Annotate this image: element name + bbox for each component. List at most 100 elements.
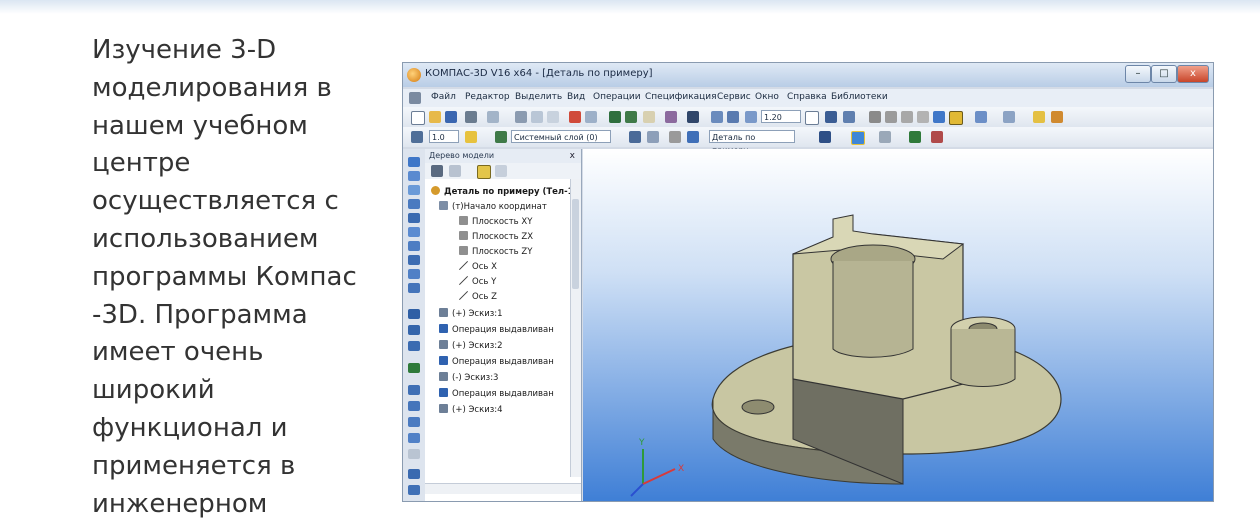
diagnostics-icon[interactable] [408, 269, 420, 279]
paste-icon[interactable] [547, 111, 559, 123]
tree-item-plane-xy[interactable]: Плоскость XY [459, 215, 532, 229]
shell-icon[interactable] [408, 485, 420, 495]
tree-item-origin[interactable]: (т)Начало координат [439, 200, 547, 214]
tree-mode-icon[interactable] [449, 165, 461, 177]
menu-file[interactable]: Файл [431, 92, 456, 102]
fx-icon[interactable] [643, 111, 655, 123]
tree-item-axis-y[interactable]: Ось Y [459, 275, 496, 289]
model-tree-horizontal-scrollbar[interactable] [425, 483, 581, 494]
parametric-icon[interactable] [669, 131, 681, 143]
detail-icon[interactable] [687, 131, 699, 143]
orientation-icon[interactable] [869, 111, 881, 123]
surfaces-icon[interactable] [408, 199, 420, 209]
save-icon[interactable] [445, 111, 457, 123]
snap-icon[interactable] [465, 131, 477, 143]
tree-item-extrusion-3[interactable]: Операция выдавливан [439, 387, 554, 401]
zoom-combo[interactable]: 1.20 [761, 110, 801, 123]
perspective-icon[interactable] [975, 111, 987, 123]
tree-item-sketch-1[interactable]: (+) Эскиз:1 [439, 307, 503, 321]
thin-lines-icon[interactable] [917, 111, 929, 123]
measure-icon[interactable] [909, 131, 921, 143]
cut-extrude-icon[interactable] [408, 385, 420, 395]
sketch-tools-icon[interactable] [408, 171, 420, 181]
rib-icon[interactable] [408, 469, 420, 479]
hole-icon[interactable] [408, 417, 420, 427]
filter-icon[interactable] [879, 131, 891, 143]
dimensions-icon[interactable] [408, 241, 420, 251]
edit-tools-icon[interactable] [408, 157, 420, 167]
zoom-scale-icon[interactable] [745, 111, 757, 123]
extrude-icon[interactable] [408, 309, 420, 319]
step-combo[interactable]: 1.0 [429, 130, 459, 143]
revolve-icon[interactable] [408, 325, 420, 335]
curves-icon[interactable] [408, 185, 420, 195]
menu-window[interactable]: Окно [755, 92, 779, 102]
library-icon[interactable] [665, 111, 677, 123]
tree-item-part[interactable]: Деталь по примеру (Тел-1 [431, 185, 574, 199]
text-icon[interactable] [931, 131, 943, 143]
redo-icon[interactable] [585, 111, 597, 123]
copy-icon[interactable] [531, 111, 543, 123]
menu-select[interactable]: Выделить [515, 92, 562, 102]
model-color-icon[interactable] [851, 131, 865, 145]
layer-icon[interactable] [495, 131, 507, 143]
tree-relations-icon[interactable] [495, 165, 507, 177]
manager-icon[interactable] [609, 111, 621, 123]
shaded-icon[interactable] [933, 111, 945, 123]
chamfer-icon[interactable] [408, 449, 420, 459]
menu-libraries[interactable]: Библиотеки [831, 92, 888, 102]
open-folder-icon[interactable] [429, 111, 441, 123]
tree-item-axis-z[interactable]: Ось Z [459, 290, 497, 304]
close-button[interactable]: x [1177, 65, 1209, 83]
tree-item-plane-zy[interactable]: Плоскость ZY [459, 245, 532, 259]
print-icon[interactable] [465, 111, 477, 123]
properties-icon[interactable] [1033, 111, 1045, 123]
scrollbar-thumb[interactable] [572, 199, 579, 289]
menu-edit[interactable]: Редактор [465, 92, 510, 102]
cut-icon[interactable] [515, 111, 527, 123]
hidden-lines-icon[interactable] [901, 111, 913, 123]
model-tree-close-button[interactable]: x [570, 149, 575, 163]
detail-combo[interactable]: Деталь по примеру [709, 130, 795, 155]
loft-icon[interactable] [408, 341, 420, 351]
tree-item-sketch-4[interactable]: (+) Эскиз:4 [439, 403, 503, 417]
wireframe-icon[interactable] [885, 111, 897, 123]
step-icon[interactable] [411, 131, 423, 143]
tree-item-extrusion-1[interactable]: Операция выдавливан [439, 323, 554, 337]
tree-item-plane-zx[interactable]: Плоскость ZX [459, 230, 533, 244]
menu-service[interactable]: Сервис [717, 92, 751, 102]
tree-item-sketch-2[interactable]: (+) Эскиз:2 [439, 339, 503, 353]
pan-icon[interactable] [843, 111, 855, 123]
shaded-edges-icon[interactable] [949, 111, 963, 125]
tree-item-axis-x[interactable]: Ось X [459, 260, 497, 274]
zoom-window-icon[interactable] [711, 111, 723, 123]
arrays-icon[interactable] [408, 213, 420, 223]
tree-item-sketch-3[interactable]: (-) Эскиз:3 [439, 371, 498, 385]
tree-filter-icon[interactable] [477, 165, 491, 179]
undo-icon[interactable] [569, 111, 581, 123]
document-menu-icon[interactable] [409, 92, 421, 104]
fillet-icon[interactable] [408, 433, 420, 443]
layer-combo[interactable]: Системный слой (0) [511, 130, 611, 143]
cut-revolve-icon[interactable] [408, 401, 420, 411]
plane-icon[interactable] [647, 131, 659, 143]
sheet-metal-icon[interactable] [408, 283, 420, 293]
minimize-button[interactable]: – [1125, 65, 1151, 83]
new-document-icon[interactable] [411, 111, 425, 125]
menu-specification[interactable]: Спецификация [645, 92, 717, 102]
menu-view[interactable]: Вид [567, 92, 585, 102]
menu-help[interactable]: Справка [787, 92, 827, 102]
menu-operations[interactable]: Операции [593, 92, 641, 102]
help-pointer-icon[interactable] [687, 111, 699, 123]
maximize-button[interactable]: □ [1151, 65, 1177, 83]
section-icon[interactable] [1003, 111, 1015, 123]
model-tree-vertical-scrollbar[interactable] [570, 179, 581, 477]
tree-structure-icon[interactable] [431, 165, 443, 177]
variables-icon[interactable] [625, 111, 637, 123]
color-icon[interactable] [819, 131, 831, 143]
tree-item-extrusion-2[interactable]: Операция выдавливан [439, 355, 554, 369]
rotate-icon[interactable] [825, 111, 837, 123]
annotations-icon[interactable] [408, 255, 420, 265]
dropdown-arrow-icon[interactable] [805, 111, 819, 125]
render-icon[interactable] [1051, 111, 1063, 123]
